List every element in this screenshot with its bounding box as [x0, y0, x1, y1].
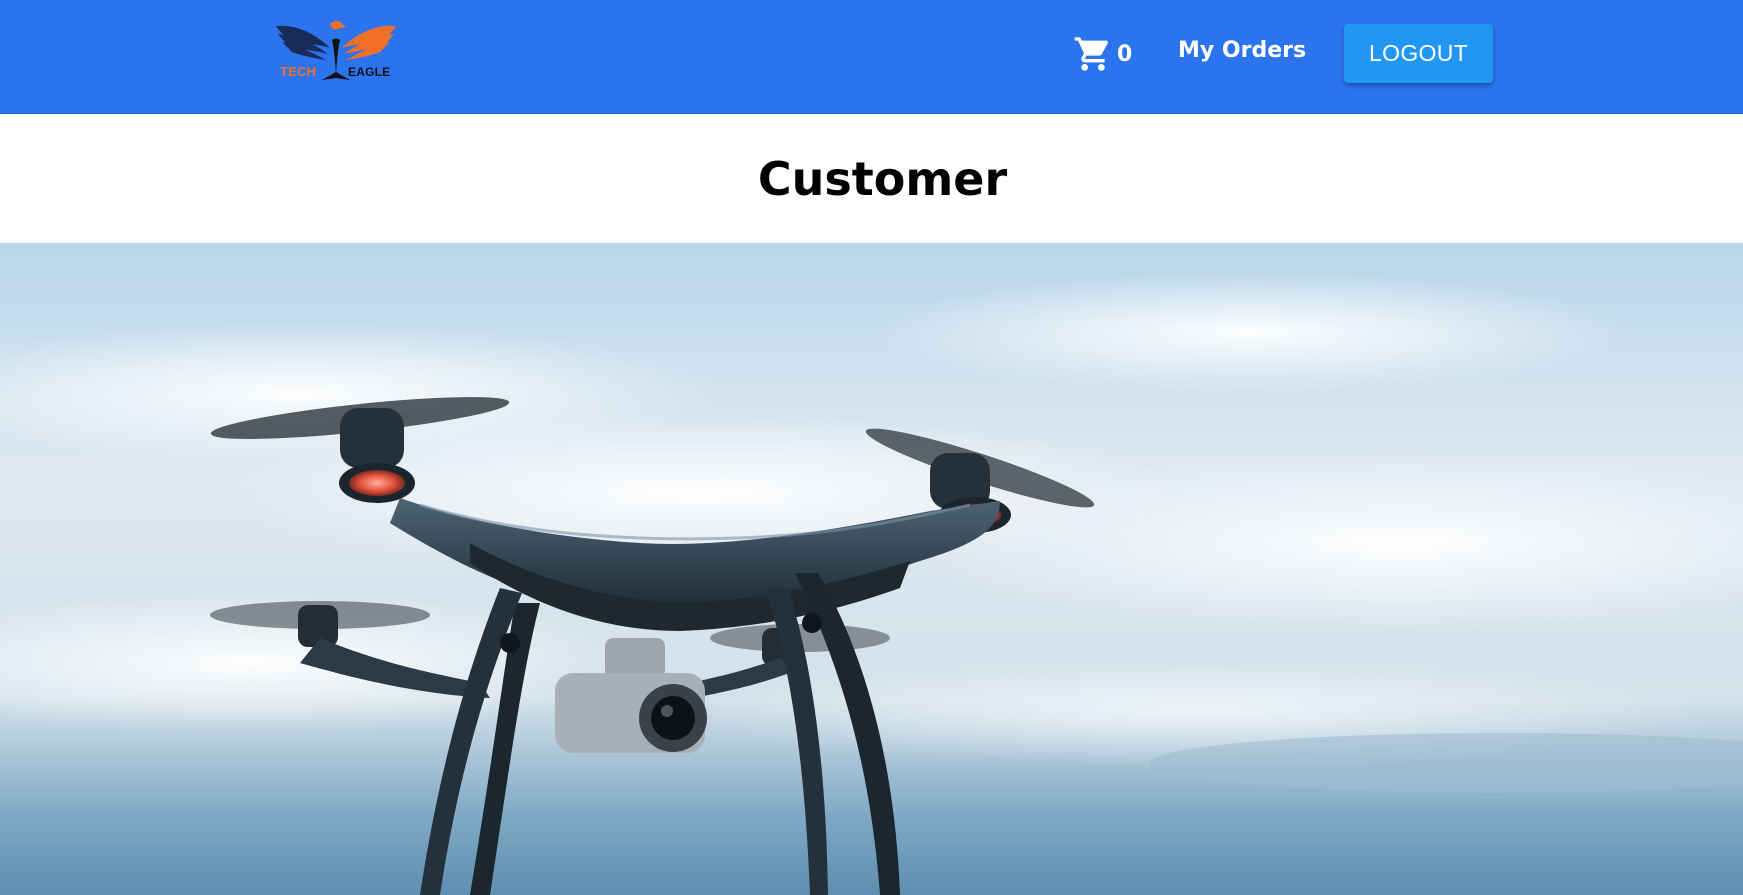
- shopping-cart-icon: [1074, 37, 1109, 71]
- logout-button[interactable]: LOGOUT: [1344, 24, 1493, 83]
- title-section: Customer: [0, 114, 1743, 243]
- my-orders-link[interactable]: My Orders: [1178, 38, 1306, 63]
- logo-text-tech: TECH: [280, 64, 317, 79]
- drone-hero-image: [0, 243, 1743, 895]
- logo-text-eagle: EAGLE: [348, 65, 391, 79]
- brand-logo[interactable]: TECH EAGLE: [274, 18, 398, 88]
- hero-banner: [0, 243, 1743, 895]
- top-navbar: TECH EAGLE 0 My Orders LOGOUT: [0, 0, 1743, 114]
- cart-count-badge: 0: [1117, 41, 1133, 67]
- cart-button[interactable]: 0: [1073, 34, 1132, 74]
- page-title: Customer: [757, 152, 1008, 206]
